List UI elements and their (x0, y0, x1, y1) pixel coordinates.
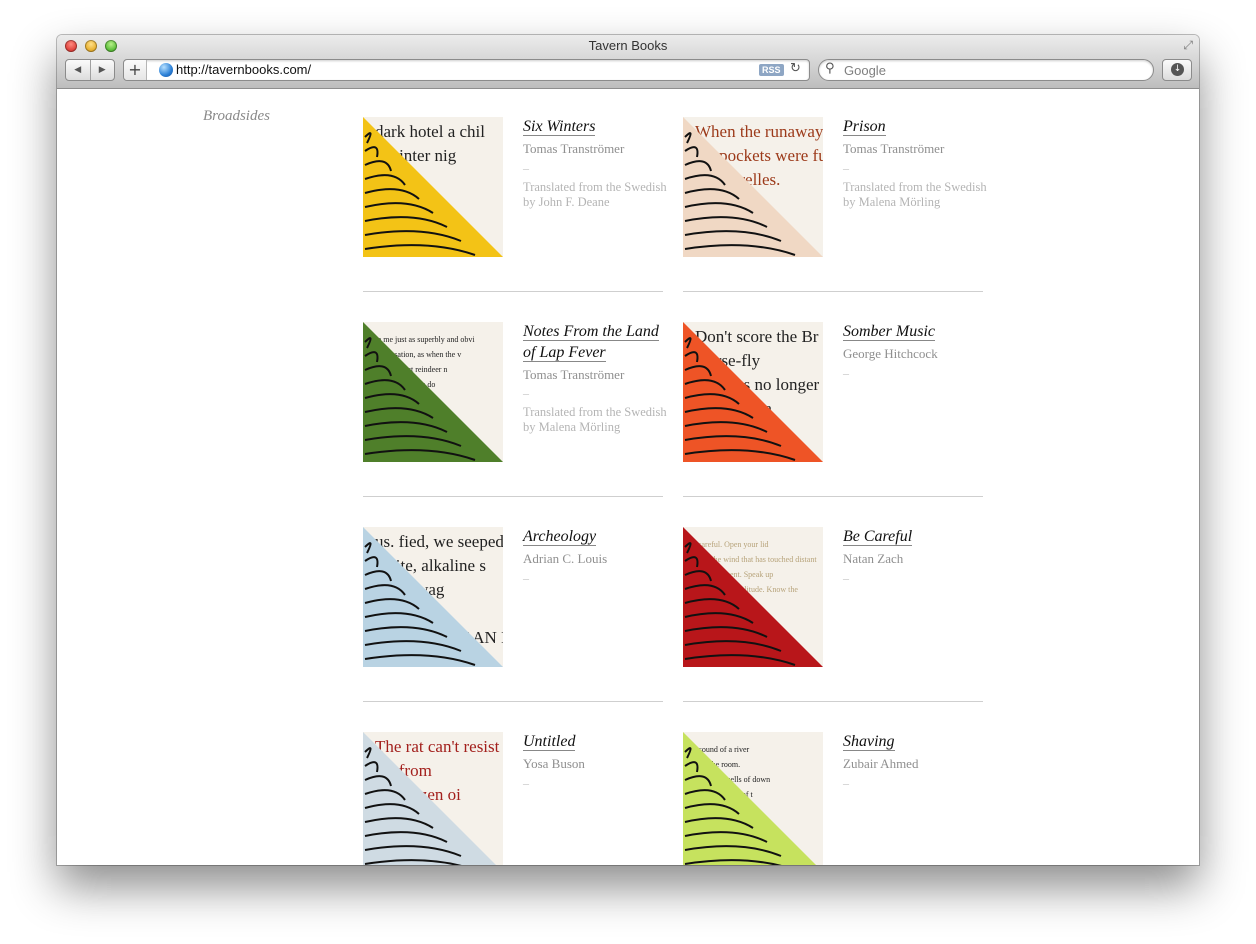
rss-button[interactable]: RSS (759, 64, 784, 76)
separator-dash: – (523, 160, 529, 175)
book-info: Notes From the Land of Lap Fever Tomas Tr… (523, 322, 668, 435)
separator-dash: – (843, 775, 849, 790)
globe-icon (159, 63, 173, 77)
book-author: Yosa Buson (523, 755, 585, 771)
row-divider (363, 496, 663, 497)
row-divider (683, 291, 983, 292)
book-cover-image[interactable]: When the runawayhis pockets were fuchant… (683, 117, 823, 257)
back-arrow-icon: ◀ (74, 65, 82, 75)
book-author: Natan Zach (843, 550, 904, 566)
book-title-wrap: Shaving (843, 732, 988, 753)
book-title-link[interactable]: Somber Music (843, 323, 935, 341)
book-title-wrap: Prison (843, 117, 988, 138)
translation-note: Translated from the Swedish by Malena Mö… (843, 179, 987, 209)
section-heading: Broadsides (203, 108, 270, 124)
cover-art: us. fied, we seepedwhite, alkaline swhen… (363, 527, 503, 667)
reload-icon[interactable]: ↻ (790, 61, 801, 76)
book-author: Tomas Tranströmer (523, 366, 625, 382)
book-cover-image[interactable]: dark hotel a chila winter nigeyed d (363, 117, 503, 257)
book-title-wrap: Archeology (523, 527, 668, 548)
separator-dash: – (523, 570, 529, 585)
row-divider (683, 496, 983, 497)
row-divider (683, 701, 983, 702)
book-info: Untitled Yosa Buson – (523, 732, 668, 791)
address-bar[interactable]: + http://tavernbooks.com/ RSS ↻ (123, 59, 810, 81)
browser-window: Tavern Books ⤢ ◀ ▶ + http://tavernbooks.… (57, 35, 1199, 865)
translation-note: Translated from the Swedish by John F. D… (523, 179, 667, 209)
book-cover-image[interactable]: us. fied, we seepedwhite, alkaline swhen… (363, 527, 503, 667)
search-field[interactable]: ⚲ (818, 59, 1154, 81)
fullscreen-icon[interactable]: ⤢ (1183, 38, 1193, 53)
book-title-link[interactable]: Notes From the Land of Lap Fever (523, 323, 659, 362)
book-cover-image[interactable]: Be careful. Open your lid only to the win… (683, 527, 823, 667)
book-author: Zubair Ahmed (843, 755, 919, 771)
book-author: Tomas Tranströmer (523, 140, 625, 156)
add-bookmark-button[interactable]: + (124, 60, 147, 80)
book-title-wrap: Notes From the Land of Lap Fever (523, 322, 668, 364)
search-input[interactable] (844, 60, 1134, 80)
book-title-wrap: Somber Music (843, 322, 988, 343)
cover-art: dark hotel a chila winter nigeyed d (363, 117, 503, 257)
cover-text-line: The rat can't resist (375, 737, 500, 756)
book-author: George Hitchcock (843, 345, 938, 361)
book-title-link[interactable]: Be Careful (843, 528, 913, 546)
separator-dash: – (523, 775, 529, 790)
book-author: Tomas Tranströmer (843, 140, 945, 156)
book-title-link[interactable]: Prison (843, 118, 886, 136)
cover-text-line: us. fied, we seeped (375, 532, 503, 551)
window-title: Tavern Books (588, 38, 668, 53)
book-info: Archeology Adrian C. Louis – (523, 527, 668, 586)
book-title-link[interactable]: Six Winters (523, 118, 596, 136)
cover-art: Don't score the BrHorse-flythe bees no l… (683, 322, 823, 462)
book-info: Prison Tomas Tranströmer – Translated from … (843, 117, 988, 210)
book-title-link[interactable]: Archeology (523, 528, 597, 546)
book-cover-image[interactable]: Don't score the Br Horse-fly the bees no l… (683, 322, 823, 462)
search-icon[interactable]: ⚲ (825, 61, 835, 76)
separator-dash: – (843, 160, 849, 175)
page-content: Broadsides dark hotel a chil a winter nig… (57, 89, 1199, 865)
book-info: Be Careful Natan Zach – (843, 527, 988, 586)
history-nav: ◀ ▶ (65, 59, 115, 81)
book-cover-image[interactable]: the sound of a riverEnters the room.The … (683, 732, 823, 865)
separator-dash: – (843, 365, 849, 380)
book-cover-image[interactable]: The rat can't resistoff fromthe frozen o… (363, 732, 503, 865)
book-info: Shaving Zubair Ahmed – (843, 732, 988, 791)
book-info: Somber Music George Hitchcock – (843, 322, 988, 381)
book-title-wrap: Be Careful (843, 527, 988, 548)
book-title-wrap: Untitled (523, 732, 668, 753)
row-divider (363, 291, 663, 292)
book-cover-image[interactable]: bore me just as superbly and obvi a conve… (363, 322, 503, 462)
book-title-link[interactable]: Untitled (523, 733, 576, 751)
book-title-wrap: Six Winters (523, 117, 668, 138)
row-divider (363, 701, 663, 702)
translation-note: Translated from the Swedish by Malena Mö… (523, 405, 667, 435)
book-author: Adrian C. Louis (523, 550, 608, 566)
cover-art: Be careful. Open your lidonly to the win… (683, 527, 823, 667)
title-bar: Tavern Books ⤢ ◀ ▶ + http://tavernbooks.… (57, 35, 1199, 89)
cover-art: the sound of a riverEnters the room.The … (683, 732, 823, 865)
book-info: Six Winters Tomas Tranströmer – Translated … (523, 117, 668, 210)
forward-arrow-icon: ▶ (98, 65, 106, 75)
forward-button[interactable]: ▶ (89, 60, 115, 80)
cover-text-line: Don't score the Br (695, 327, 819, 346)
back-button[interactable]: ◀ (66, 60, 90, 80)
cover-art: When the runawayhis pockets were fuchant… (683, 117, 823, 257)
cover-text-line: dark hotel a chil (375, 122, 485, 141)
download-icon: ↓ (1171, 63, 1184, 76)
downloads-button[interactable]: ↓ (1162, 59, 1192, 81)
cover-art: bore me just as superbly and obvia conve… (363, 322, 503, 462)
cover-art: The rat can't resistoff fromthe frozen o… (363, 732, 503, 865)
separator-dash: – (523, 386, 529, 401)
separator-dash: – (843, 570, 849, 585)
book-title-link[interactable]: Shaving (843, 733, 895, 751)
cover-text-line: When the runaway (695, 122, 823, 141)
url-text[interactable]: http://tavernbooks.com/ (176, 62, 311, 77)
